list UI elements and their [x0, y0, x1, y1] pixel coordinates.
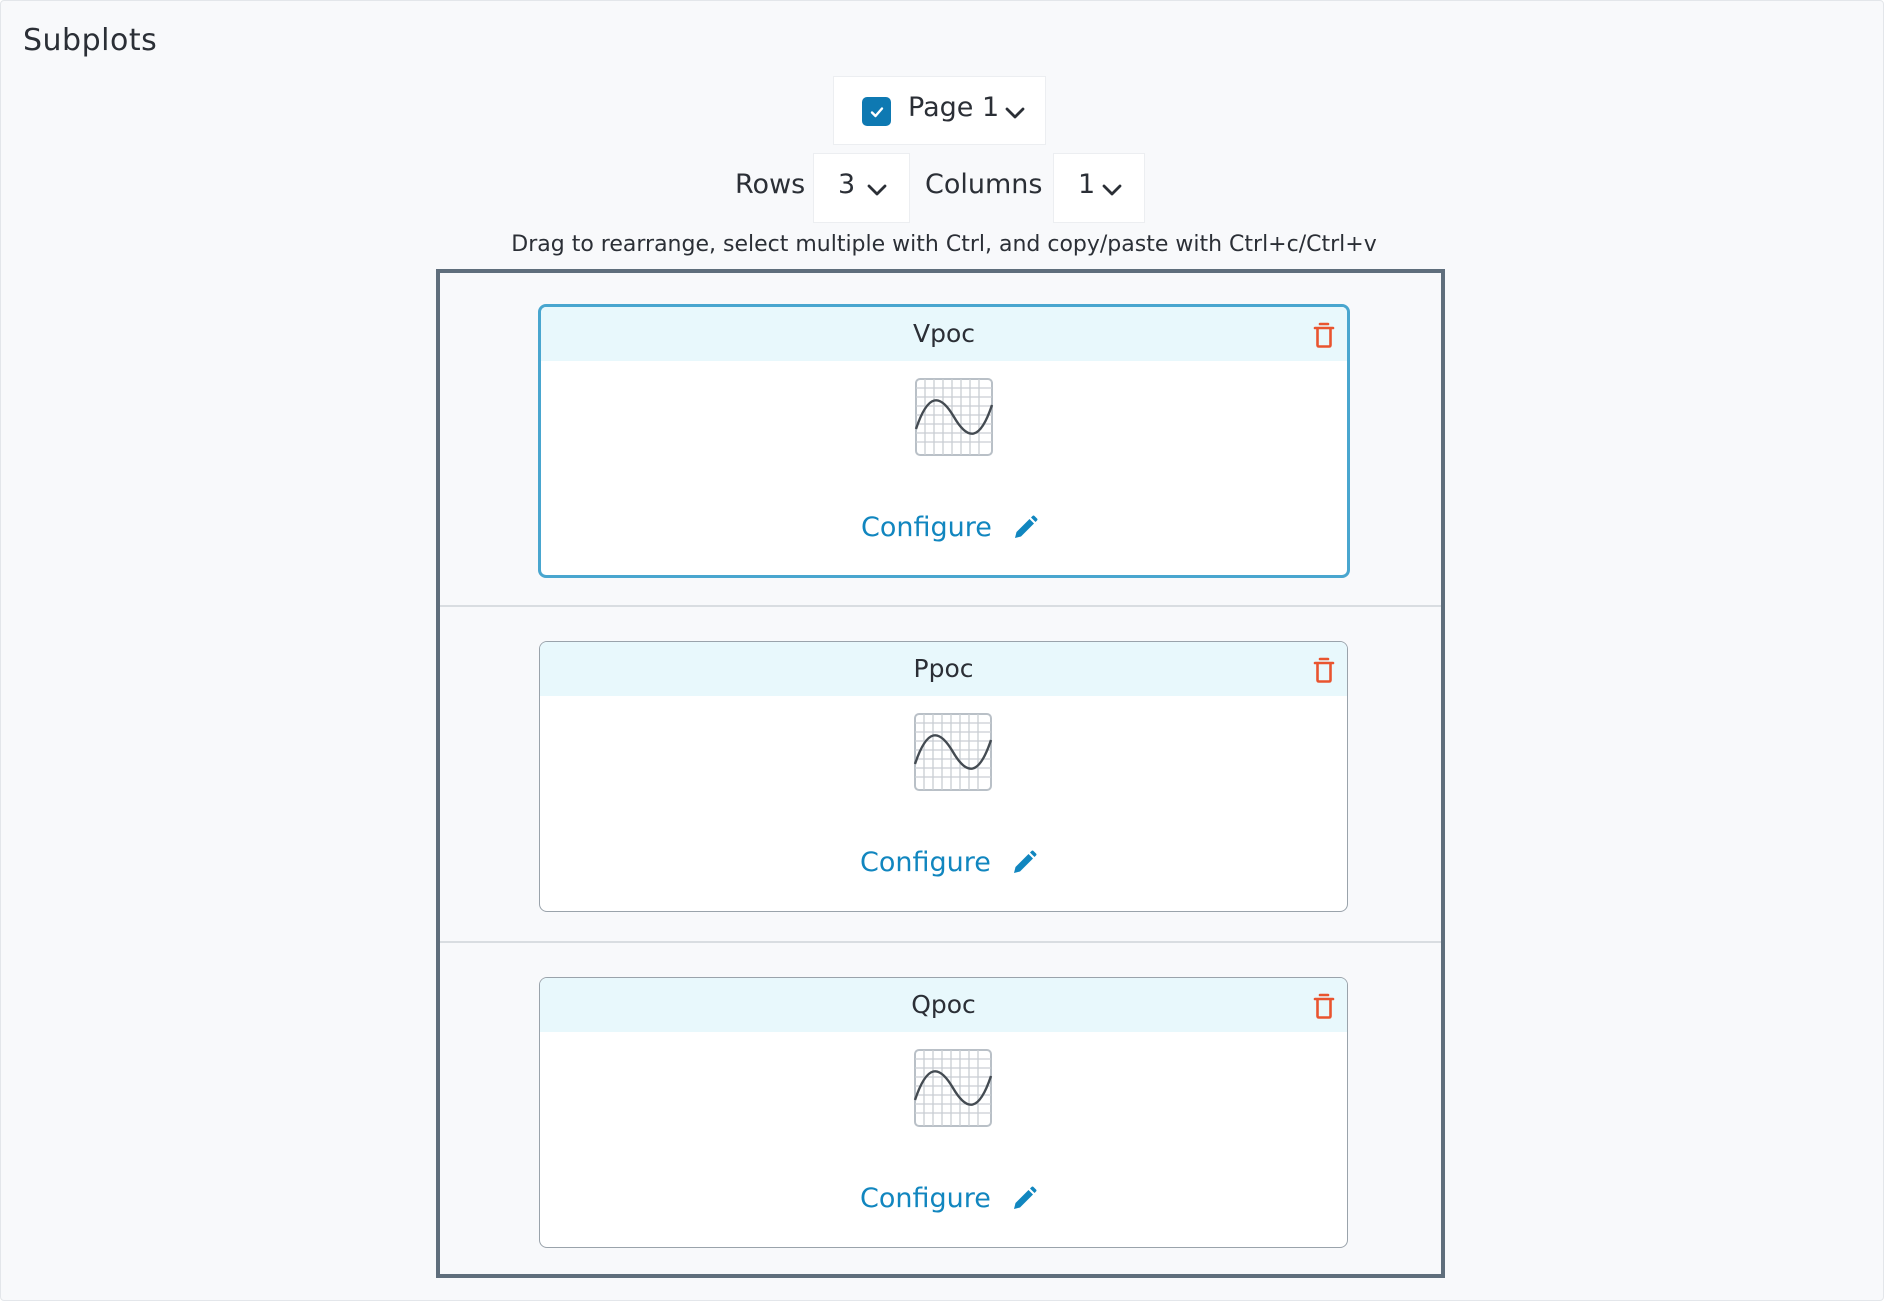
- configure-label: Configure: [860, 847, 991, 878]
- line-chart-icon: [913, 713, 993, 791]
- subplot-card-header: Qpoc: [540, 978, 1347, 1032]
- subplot-card[interactable]: Qpoc Configure: [539, 977, 1348, 1248]
- subplots-panel: Subplots Page 1 Rows 3 Columns 1 Drag to…: [0, 0, 1884, 1301]
- rows-label: Rows: [735, 169, 806, 200]
- page-label: Page 1: [908, 92, 1000, 123]
- configure-button[interactable]: Configure: [860, 847, 1037, 878]
- pencil-icon: [1013, 1186, 1037, 1209]
- rows-select[interactable]: 3: [813, 153, 910, 223]
- chevron-down-icon: [867, 184, 887, 196]
- cell-divider: [440, 605, 1441, 607]
- trash-icon[interactable]: [1313, 656, 1335, 684]
- subplot-grid: Vpoc Configure Ppoc Configure Qpoc Confi…: [436, 269, 1445, 1278]
- columns-select[interactable]: 1: [1053, 153, 1145, 223]
- line-chart-icon: [913, 1049, 993, 1127]
- subplot-card[interactable]: Ppoc Configure: [539, 641, 1348, 912]
- columns-value: 1: [1078, 169, 1096, 200]
- subplot-card-header: Vpoc: [541, 307, 1347, 361]
- chevron-down-icon: [1102, 184, 1122, 196]
- page-checkbox[interactable]: [862, 97, 891, 126]
- pencil-icon: [1014, 515, 1038, 538]
- subplot-card-header: Ppoc: [540, 642, 1347, 696]
- trash-icon[interactable]: [1313, 321, 1335, 349]
- panel-title: Subplots: [23, 23, 158, 58]
- cell-divider: [440, 941, 1441, 943]
- chevron-down-icon: [1005, 107, 1025, 119]
- subplot-title: Ppoc: [913, 654, 974, 683]
- subplot-card[interactable]: Vpoc Configure: [538, 304, 1350, 578]
- subplot-title: Qpoc: [911, 990, 976, 1019]
- rows-value: 3: [838, 169, 856, 200]
- hint-text: Drag to rearrange, select multiple with …: [511, 232, 1377, 257]
- trash-icon[interactable]: [1313, 992, 1335, 1020]
- check-icon: [870, 106, 883, 117]
- configure-label: Configure: [860, 1183, 991, 1214]
- configure-button[interactable]: Configure: [860, 1183, 1037, 1214]
- page-selector[interactable]: Page 1: [833, 76, 1046, 145]
- pencil-icon: [1013, 850, 1037, 873]
- configure-label: Configure: [861, 512, 992, 543]
- line-chart-icon: [914, 378, 994, 456]
- configure-button[interactable]: Configure: [861, 512, 1038, 543]
- columns-label: Columns: [925, 169, 1043, 200]
- subplot-title: Vpoc: [912, 319, 975, 348]
